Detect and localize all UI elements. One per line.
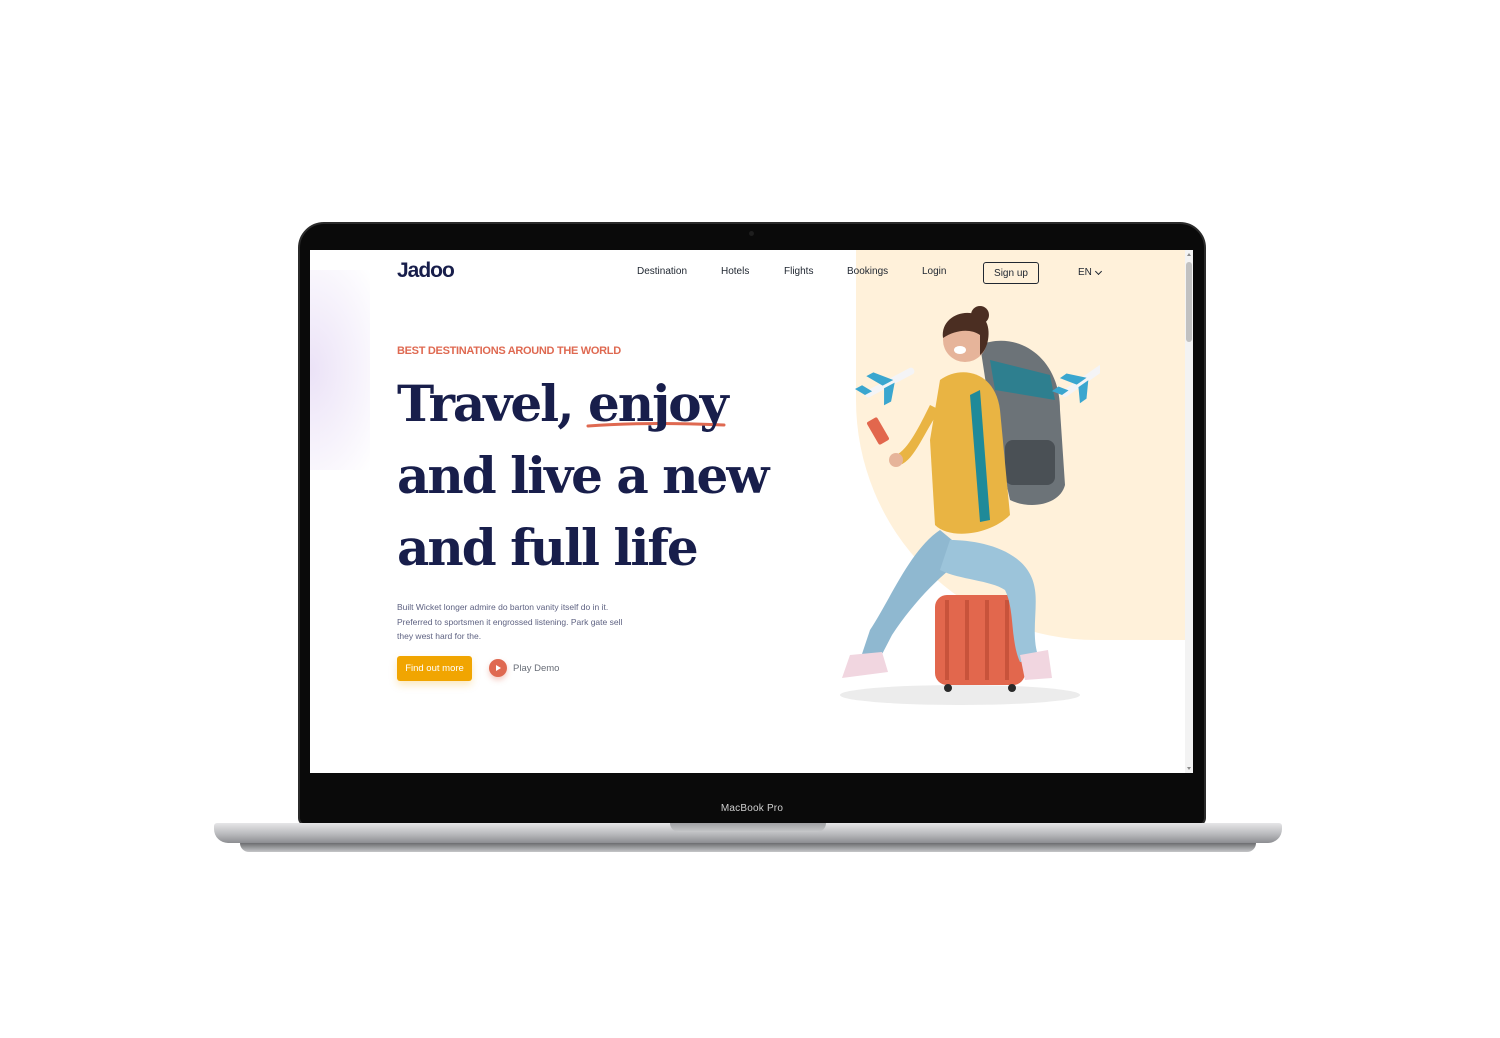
hero-eyebrow: BEST DESTINATIONS AROUND THE WORLD: [397, 345, 621, 357]
nav-login[interactable]: Login: [922, 266, 946, 277]
play-demo-button[interactable]: Play Demo: [489, 659, 559, 677]
nav-destination[interactable]: Destination: [637, 266, 687, 277]
play-demo-label: Play Demo: [513, 662, 560, 674]
hero-headline: Travel, enjoy and live a new and full li…: [397, 368, 769, 584]
chevron-down-icon: [1094, 267, 1102, 275]
scroll-up-arrow-icon[interactable]: [1187, 253, 1191, 256]
scroll-down-arrow-icon[interactable]: [1187, 767, 1191, 770]
headline-line-2: and live a new: [397, 446, 769, 505]
headline-line-1-prefix: Travel,: [397, 374, 588, 433]
airplane-icon: [855, 367, 915, 406]
signup-button[interactable]: Sign up: [983, 262, 1039, 284]
traveler-illustration: [840, 306, 1100, 705]
language-label: EN: [1078, 267, 1092, 278]
find-out-more-button[interactable]: Find out more: [397, 656, 472, 681]
hero-description: Built Wicket longer admire do barton van…: [397, 602, 623, 641]
headline-highlight: enjoy: [586, 368, 729, 440]
device-label: MacBook Pro: [720, 803, 784, 814]
laptop-notch: [670, 823, 826, 832]
site-logo[interactable]: Jadoo: [397, 259, 455, 283]
headline-line-1: Travel, enjoy: [397, 368, 767, 440]
camera-dot: [749, 231, 754, 236]
nav-flights[interactable]: Flights: [784, 266, 813, 277]
nav-bookings[interactable]: Bookings: [847, 266, 888, 277]
vertical-scrollbar[interactable]: [1185, 250, 1193, 773]
mockup-stage: Jadoo Destination Hotels Flights Booking…: [0, 0, 1500, 1038]
nav-hotels[interactable]: Hotels: [721, 266, 749, 277]
headline-highlight-text: enjoy: [587, 374, 729, 433]
language-selector[interactable]: EN: [1078, 267, 1102, 278]
decorative-gradient: [310, 270, 370, 470]
play-icon: [489, 659, 507, 677]
scroll-thumb[interactable]: [1186, 262, 1192, 342]
headline-line-3: and full life: [397, 518, 699, 577]
laptop-base-shadow: [240, 843, 1256, 852]
browser-screen: Jadoo Destination Hotels Flights Booking…: [310, 250, 1193, 773]
